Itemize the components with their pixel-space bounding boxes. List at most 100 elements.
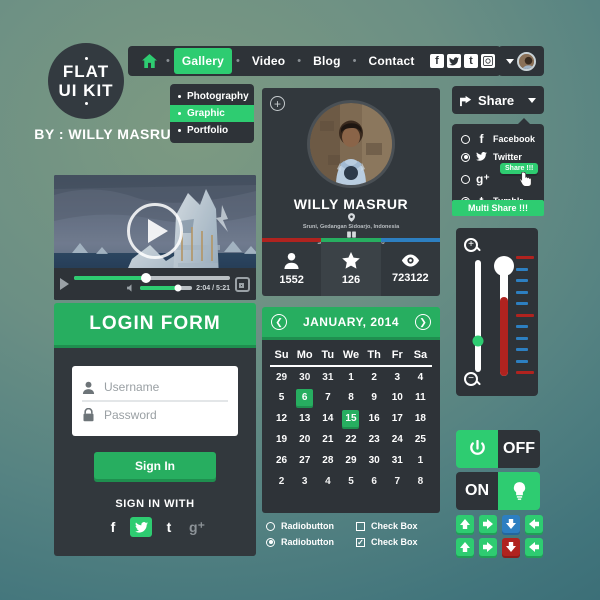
toggle-on-label[interactable]: ON xyxy=(456,472,498,510)
calendar-day-cell[interactable]: 19 xyxy=(270,429,293,450)
calendar-day-cell[interactable]: 1 xyxy=(339,366,362,387)
volume-slider[interactable] xyxy=(140,284,193,292)
username-input[interactable]: Username xyxy=(104,380,159,394)
checkbox-option-1[interactable]: Check Box xyxy=(356,521,446,531)
arrow-right-icon[interactable] xyxy=(479,538,497,556)
plus-circle-icon[interactable]: + xyxy=(270,96,285,111)
zoom-slider[interactable] xyxy=(472,260,484,372)
nav-item-contact[interactable]: Contact xyxy=(360,48,422,74)
calendar-day-cell[interactable]: 4 xyxy=(409,366,432,387)
checkbox-icon[interactable] xyxy=(356,521,365,531)
arrow-up-icon[interactable] xyxy=(456,538,474,556)
arrow-left-icon[interactable] xyxy=(525,515,543,533)
calendar-day-cell[interactable]: 10 xyxy=(386,387,409,408)
arrow-left-circle-icon[interactable]: ❮ xyxy=(271,314,287,330)
calendar-day-cell[interactable]: 8 xyxy=(339,387,362,408)
radio-option-2[interactable]: Radiobutton xyxy=(266,537,356,547)
calendar-day-cell[interactable]: 17 xyxy=(386,408,409,429)
play-button[interactable] xyxy=(127,203,183,260)
power-toggle-off[interactable]: OFF xyxy=(456,430,540,468)
calendar-day-cell[interactable]: 26 xyxy=(270,450,293,471)
calendar-day-cell[interactable]: 30 xyxy=(293,366,316,387)
progress-knob[interactable] xyxy=(140,273,151,283)
play-icon[interactable] xyxy=(60,278,69,290)
tumblr-icon[interactable]: t xyxy=(464,54,478,68)
arrow-right-circle-icon[interactable]: ❯ xyxy=(414,314,431,330)
calendar-day-cell[interactable]: 13 xyxy=(293,408,316,429)
power-icon[interactable] xyxy=(456,430,498,468)
calendar-day-cell[interactable]: 29 xyxy=(270,366,293,387)
calendar-day-cell[interactable]: 31 xyxy=(386,450,409,471)
dropdown-item-portfolio[interactable]: Portfolio xyxy=(170,122,254,139)
username-row[interactable]: Username xyxy=(82,374,228,402)
calendar-day-cell[interactable]: 7 xyxy=(386,471,409,492)
calendar-day-cell[interactable]: 8 xyxy=(409,471,432,492)
tumblr-icon[interactable]: t xyxy=(158,517,180,537)
stat-followers[interactable]: 1552 xyxy=(262,242,321,296)
facebook-icon[interactable]: f xyxy=(102,517,124,537)
power-toggle-on[interactable]: ON xyxy=(456,472,540,510)
calendar-day-cell[interactable]: 18 xyxy=(409,408,432,429)
dropdown-item-graphic[interactable]: Graphic xyxy=(170,105,254,122)
arrow-right-icon[interactable] xyxy=(479,515,497,533)
facebook-icon[interactable]: f xyxy=(430,54,444,68)
calendar-day-cell[interactable]: 24 xyxy=(386,429,409,450)
user-account-chip[interactable] xyxy=(498,46,544,76)
zoom-slider-knob[interactable] xyxy=(472,335,484,347)
stat-favorites[interactable]: 126 xyxy=(321,242,381,296)
volume-icon[interactable] xyxy=(127,284,136,292)
arrow-down-icon[interactable] xyxy=(502,515,520,533)
calendar-day-cell[interactable]: 15 xyxy=(339,408,362,429)
instagram-icon[interactable] xyxy=(481,54,495,68)
calendar-day-cell[interactable]: 20 xyxy=(293,429,316,450)
twitter-icon[interactable] xyxy=(130,517,152,537)
radio-icon[interactable] xyxy=(266,537,275,547)
password-input[interactable]: Password xyxy=(104,408,157,422)
calendar-day-cell[interactable]: 28 xyxy=(316,450,339,471)
volume-knob[interactable] xyxy=(174,284,182,292)
nav-item-blog[interactable]: Blog xyxy=(305,48,348,74)
calendar-day-cell[interactable]: 1 xyxy=(409,450,432,471)
share-option-facebook[interactable]: f Facebook xyxy=(452,130,544,148)
toggle-off-label[interactable]: OFF xyxy=(498,430,540,468)
calendar-day-cell[interactable]: 27 xyxy=(293,450,316,471)
calendar-day-cell[interactable]: 3 xyxy=(386,366,409,387)
calendar-day-cell[interactable]: 6 xyxy=(363,471,386,492)
calendar-day-cell[interactable]: 6 xyxy=(293,387,316,408)
calendar-day-cell[interactable]: 9 xyxy=(363,387,386,408)
calendar-day-cell[interactable]: 7 xyxy=(316,387,339,408)
radio-icon[interactable] xyxy=(266,521,275,531)
checkbox-icon[interactable]: ✓ xyxy=(356,537,365,547)
calendar-day-cell[interactable]: 11 xyxy=(409,387,432,408)
calendar-day-cell[interactable]: 2 xyxy=(363,366,386,387)
radio-icon[interactable] xyxy=(461,174,470,184)
calendar-day-cell[interactable]: 5 xyxy=(339,471,362,492)
arrow-down-icon[interactable] xyxy=(502,538,520,556)
calendar-day-cell[interactable]: 2 xyxy=(270,471,293,492)
calendar-day-cell[interactable]: 5 xyxy=(270,387,293,408)
sign-in-button[interactable]: Sign In xyxy=(94,452,216,479)
dropdown-item-photography[interactable]: Photography xyxy=(170,88,254,105)
share-button[interactable]: Share xyxy=(452,86,544,114)
checkbox-option-2[interactable]: ✓ Check Box xyxy=(356,537,446,547)
lightbulb-icon[interactable] xyxy=(498,472,540,510)
calendar-day-cell[interactable]: 31 xyxy=(316,366,339,387)
calendar-day-cell[interactable]: 29 xyxy=(339,450,362,471)
zoom-in-icon[interactable]: + xyxy=(464,238,478,252)
password-row[interactable]: Password xyxy=(82,402,228,428)
google-plus-icon[interactable]: g⁺ xyxy=(186,517,208,537)
zoom-out-icon[interactable]: − xyxy=(464,372,478,386)
calendar-day-cell[interactable]: 30 xyxy=(363,450,386,471)
calendar-day-cell[interactable]: 21 xyxy=(316,429,339,450)
nav-item-video[interactable]: Video xyxy=(244,48,293,74)
twitter-icon[interactable] xyxy=(447,54,461,68)
video-progress-slider[interactable] xyxy=(74,273,230,283)
nav-item-gallery[interactable]: Gallery xyxy=(173,48,232,74)
calendar-day-cell[interactable]: 25 xyxy=(409,429,432,450)
radio-icon[interactable] xyxy=(461,152,470,162)
calendar-day-cell[interactable]: 22 xyxy=(339,429,362,450)
radio-option-1[interactable]: Radiobutton xyxy=(266,521,356,531)
calendar-day-cell[interactable]: 14 xyxy=(316,408,339,429)
calendar-day-cell[interactable]: 16 xyxy=(363,408,386,429)
home-icon[interactable] xyxy=(136,46,162,76)
